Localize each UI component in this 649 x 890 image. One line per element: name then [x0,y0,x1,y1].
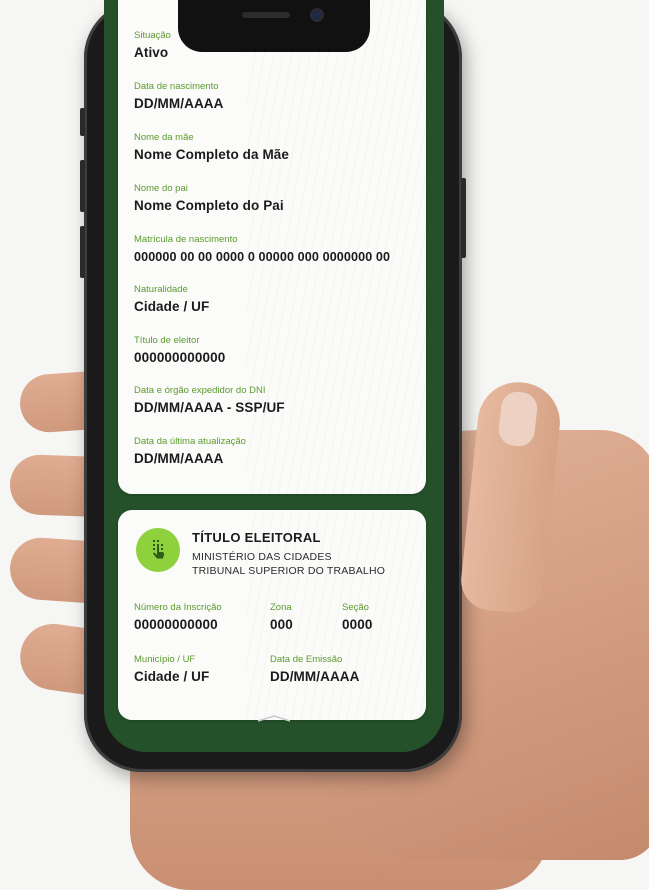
field-value: DD/MM/AAAA [134,96,224,111]
field-value: 00000000000 [134,617,218,632]
mute-switch [80,108,85,136]
field-data-emissao: Data de Emissão DD/MM/AAAA [270,654,360,686]
field-label: Seção [342,602,369,613]
phone-screen: Situação Ativo Data de nascimento DD/MM/… [104,0,444,752]
voter-card-subtitle: MINISTÉRIO DAS CIDADES [192,551,332,563]
field-label: Data da última atualização [134,436,246,447]
field-label: Situação [134,30,171,41]
field-nome-pai: Nome do pai Nome Completo do Pai [134,183,284,215]
field-value: 0000 [342,617,373,632]
field-value: Nome Completo do Pai [134,198,284,213]
field-nome-mae: Nome da mãe Nome Completo da Mãe [134,132,289,164]
field-ultima-atualizacao: Data da última atualização DD/MM/AAAA [134,436,246,468]
field-label: Data de Emissão [270,654,343,665]
field-value: Ativo [134,45,169,60]
field-label: Data de nascimento [134,81,219,92]
field-zona: Zona 000 [270,602,293,634]
chevron-up-icon[interactable] [256,714,292,722]
speaker-grille [242,12,290,18]
field-label: Matrícula de nascimento [134,234,238,245]
power-button [461,178,466,258]
field-data-nascimento: Data de nascimento DD/MM/AAAA [134,81,224,113]
field-label: Número da Inscrição [134,602,222,613]
phone: Situação Ativo Data de nascimento DD/MM/… [80,0,466,772]
field-value: Cidade / UF [134,669,210,684]
field-numero-inscricao: Número da Inscrição 00000000000 [134,602,222,634]
field-label: Título de eleitor [134,335,200,346]
fingerprint-touch-icon [136,528,180,572]
field-label: Data e órgão expedidor do DNI [134,385,266,396]
front-camera [312,10,322,20]
field-naturalidade: Naturalidade Cidade / UF [134,284,209,316]
field-value: Nome Completo da Mãe [134,147,290,162]
field-label: Nome do pai [134,183,188,194]
field-value: Cidade / UF [134,299,210,314]
field-municipio: Município / UF Cidade / UF [134,654,209,686]
field-dni: Data e órgão expedidor do DNI DD/MM/AAAA… [134,385,285,417]
volume-up-button [80,160,85,212]
personal-data-card[interactable]: Situação Ativo Data de nascimento DD/MM/… [118,0,426,494]
voter-card-subtitle: TRIBUNAL SUPERIOR DO TRABALHO [192,565,386,577]
field-label: Nome da mãe [134,132,194,143]
voter-card-title: TÍTULO ELEITORAL [192,530,321,545]
field-value: DD/MM/AAAA [270,669,360,684]
field-secao: Seção 0000 [342,602,372,634]
volume-down-button [80,226,85,278]
field-value: 000000000000 [134,350,226,365]
field-matricula: Matrícula de nascimento 000000 00 00 000… [134,234,390,266]
phone-notch [178,0,370,52]
voter-card[interactable]: TÍTULO ELEITORAL MINISTÉRIO DAS CIDADES … [118,510,426,720]
field-value: 000 [270,617,293,632]
field-label: Zona [270,602,292,613]
field-titulo-eleitor: Título de eleitor 000000000000 [134,335,225,367]
fingerprint-touch-icon-glyph [153,540,165,559]
field-value: DD/MM/AAAA [134,451,224,466]
field-label: Município / UF [134,654,196,665]
field-value: 000000 00 00 0000 0 00000 000 0000000 00 [134,250,391,264]
voter-card-header: TÍTULO ELEITORAL MINISTÉRIO DAS CIDADES … [192,530,385,578]
field-value: DD/MM/AAAA - SSP/UF [134,400,285,415]
field-situacao: Situação Ativo [134,30,171,62]
field-label: Naturalidade [134,284,188,295]
